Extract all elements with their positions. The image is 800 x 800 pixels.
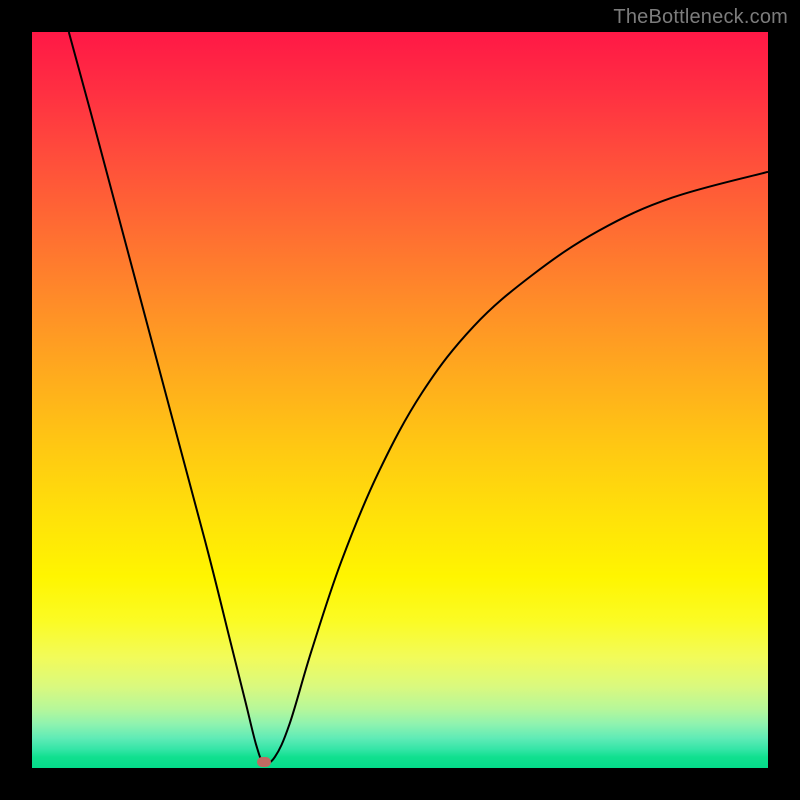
bottleneck-curve-path	[69, 32, 768, 763]
chart-frame: TheBottleneck.com	[0, 0, 800, 800]
plot-area	[32, 32, 768, 768]
watermark-text: TheBottleneck.com	[613, 6, 788, 29]
optimal-point-marker	[257, 757, 271, 767]
curve-svg	[32, 32, 768, 768]
